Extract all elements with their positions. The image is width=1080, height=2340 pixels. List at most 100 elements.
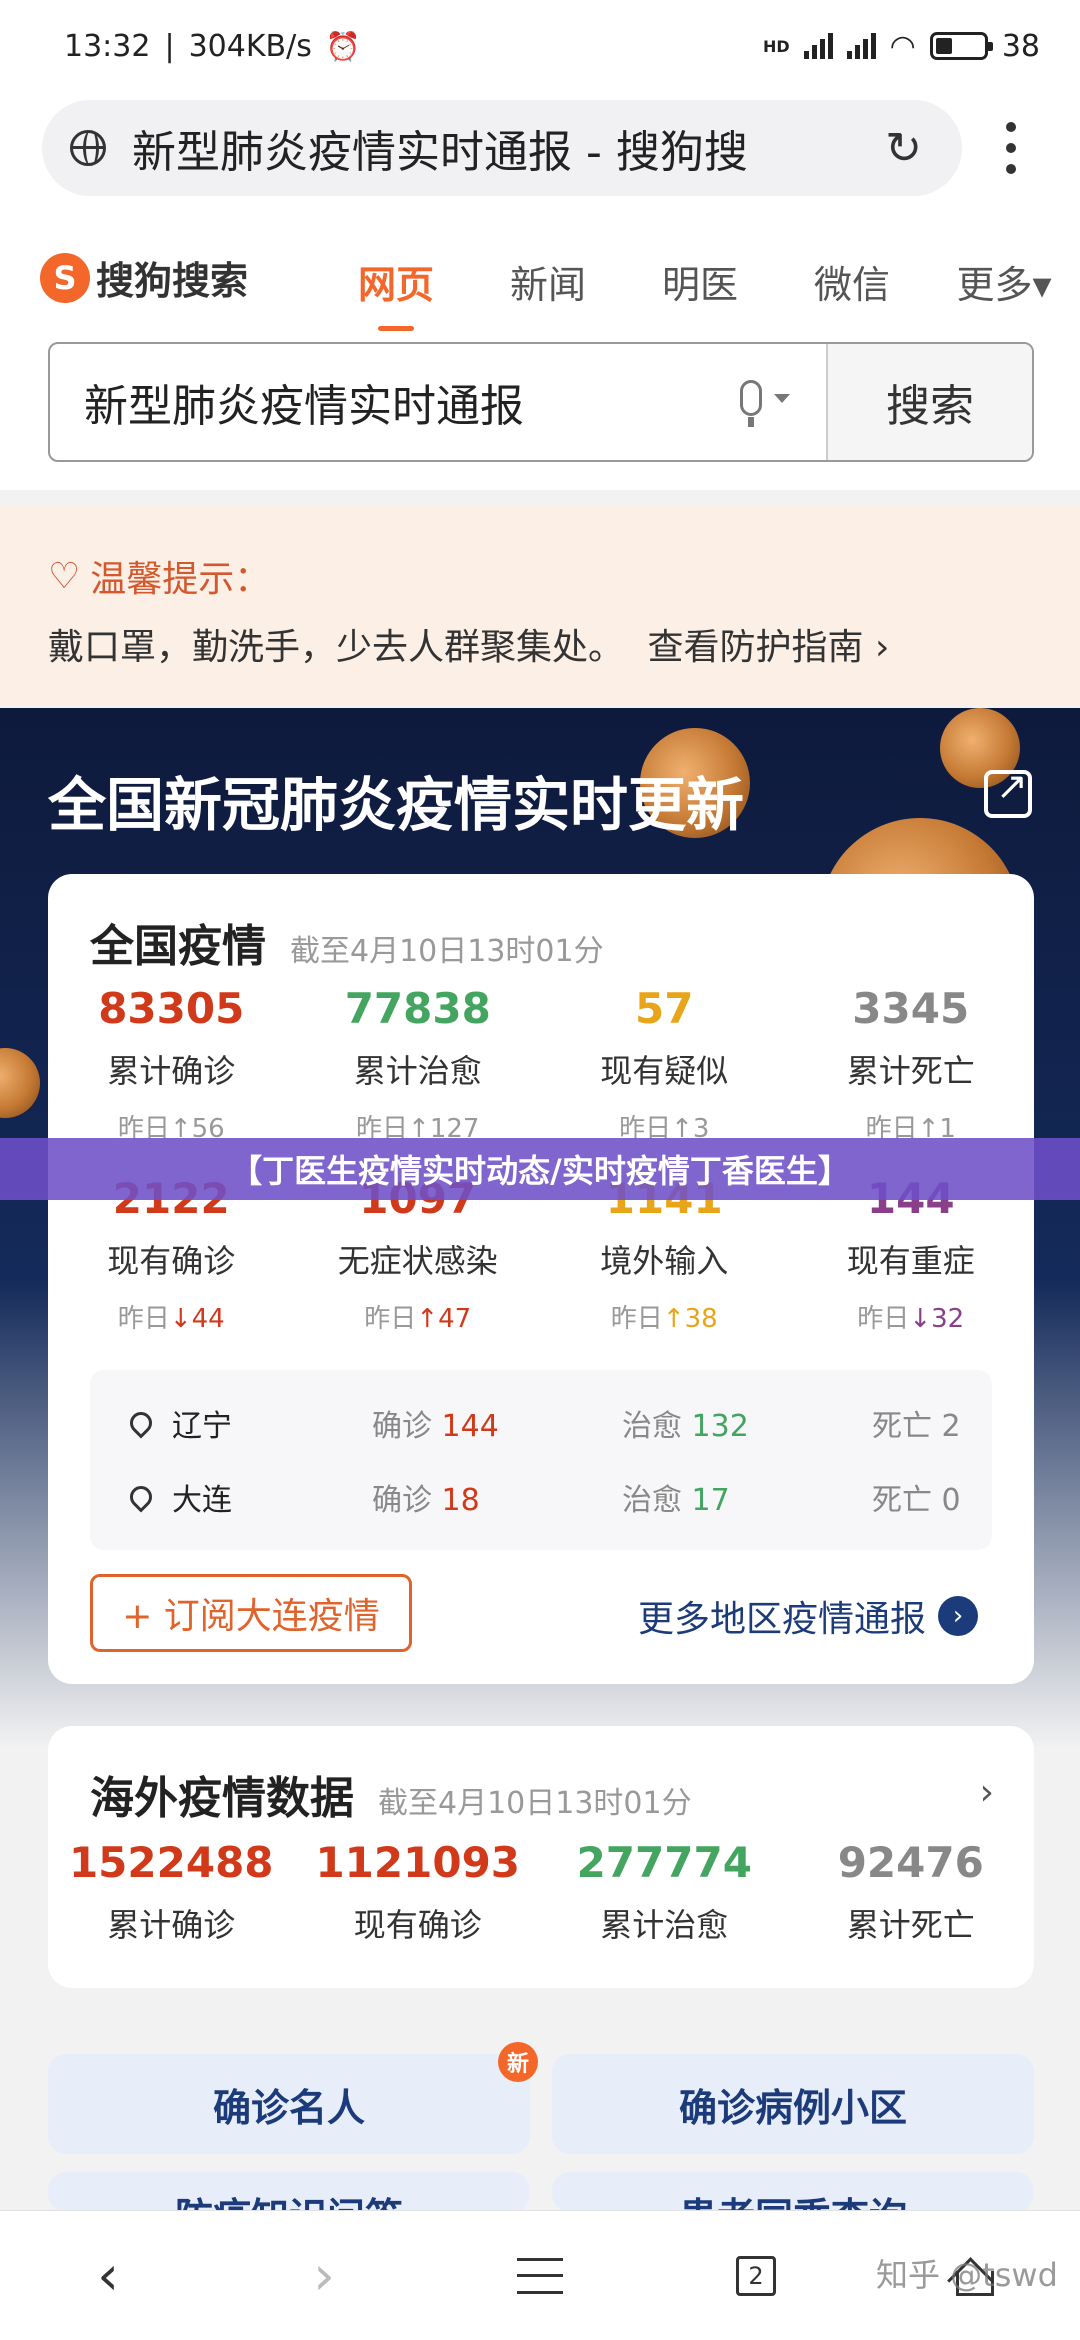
more-regions-label: 更多地区疫情通报 (638, 1599, 927, 1640)
tab-count: 2 (736, 2255, 776, 2296)
tip-banner: ♡ 温馨提示： 戴口罩，勤洗手，少去人群聚集处。 查看防护指南 › (0, 506, 1080, 706)
virus-illustration (0, 1048, 40, 1118)
tab-wechat[interactable]: 微信 (776, 254, 928, 309)
stat-label: 现有重症 (846, 1242, 975, 1280)
stat-change: 昨日↑38 (610, 1304, 718, 1334)
back-button[interactable]: ‹ (0, 2211, 216, 2340)
clock: 13:32 (64, 28, 151, 64)
overseas-stats: 1522488 累计确诊 1121093 现有确诊 277774 累计治愈 92… (48, 1838, 1034, 1946)
tab-more[interactable]: 更多▾ (928, 254, 1080, 309)
battery-icon (929, 32, 993, 60)
national-header: 全国疫情 截至4月10日13时01分 (90, 910, 604, 974)
tip-body: 戴口罩，勤洗手，少去人群聚集处。 查看防护指南 › (48, 618, 1080, 670)
chevron-right-icon: › (938, 1596, 979, 1636)
chevron-right-icon[interactable]: › (980, 1772, 994, 1813)
search-button[interactable]: 搜索 (826, 344, 1032, 460)
stat-value: 277774 (576, 1838, 752, 1887)
tab-web[interactable]: 网页 (320, 254, 472, 331)
address-bar[interactable]: 新型肺炎疫情实时通报 - 搜狗搜 ↻ (42, 100, 962, 196)
city-deaths: 死亡 0 (872, 1483, 961, 1518)
forward-button[interactable]: › (216, 2211, 432, 2340)
stat-change: 昨日↓44 (117, 1304, 225, 1334)
signal-icon (803, 33, 833, 59)
stat-value: 1522488 (68, 1838, 274, 1887)
stat-severe: 144 现有重症 昨日↓32 (788, 1174, 1035, 1364)
sogou-logo[interactable]: S 搜狗搜索 (40, 250, 248, 305)
wifi-icon: ◠ (889, 28, 916, 64)
search-header: S 搜狗搜索 网页 新闻 明医 微信 更多▾ 新型肺炎疫情实时通报 搜索 (0, 220, 1080, 490)
local-stats: 辽宁 确诊 144 治愈 132 死亡 2 大连 确诊 18 治愈 17 死亡 … (90, 1370, 992, 1550)
confirmed-celebrities-button[interactable]: 确诊名人 新 (48, 2042, 538, 2154)
voice-input[interactable] (740, 380, 790, 427)
stat-label: 累计确诊 (107, 1052, 236, 1090)
stat-value: 3345 (852, 984, 970, 1033)
watermark: 知乎 @tswd (876, 2256, 1058, 2294)
stat-value: 83305 (98, 984, 245, 1033)
reload-icon[interactable]: ↻ (885, 123, 922, 174)
national-card: 全国疫情 截至4月10日13时01分 83305 累计确诊 昨日↑56 7783… (48, 874, 1034, 1684)
status-bar: 13:32 | 304KB/s ⏰ HD ◠ 38 (0, 0, 1080, 92)
overseas-title: 海外疫情数据 (90, 1773, 354, 1824)
location-pin-icon (125, 1407, 157, 1439)
sogou-logo-text: 搜狗搜索 (96, 259, 249, 303)
new-badge: 新 (498, 2042, 538, 2082)
hd-label: HD (762, 36, 790, 56)
national-title: 全国疫情 (90, 921, 266, 972)
status-right: HD ◠ 38 (763, 29, 1040, 64)
stat-row: 2122 现有确诊 昨日↓44 1097 无症状感染 昨日↑47 1141 境外… (48, 1174, 1034, 1364)
city-name: 大连 (172, 1483, 232, 1518)
more-menu-icon[interactable] (1006, 122, 1018, 174)
microphone-icon (740, 380, 762, 427)
city-cured: 治愈 132 (622, 1409, 749, 1444)
city-cured: 治愈 17 (622, 1483, 730, 1518)
city-row-liaoning[interactable]: 辽宁 确诊 144 治愈 132 死亡 2 (90, 1386, 992, 1460)
search-box: 新型肺炎疫情实时通报 搜索 (48, 342, 1034, 462)
tab-medical[interactable]: 明医 (624, 254, 776, 309)
patient-travel-button[interactable]: 患者同乘查询 (552, 2172, 1034, 2212)
more-regions-link[interactable]: 更多地区疫情通报 › (638, 1590, 979, 1642)
stat-label: 无症状感染 (337, 1242, 498, 1280)
confirmed-communities-button[interactable]: 确诊病例小区 (552, 2054, 1034, 2154)
city-deaths: 死亡 2 (872, 1409, 961, 1444)
confirmed-celebrities-label: 确诊名人 (212, 2085, 365, 2130)
menu-button[interactable] (432, 2211, 648, 2340)
prevention-qa-button[interactable]: 防疫知识问答 (48, 2172, 530, 2212)
battery-level: 38 (1001, 28, 1040, 64)
stat-label: 境外输入 (600, 1242, 729, 1280)
search-input[interactable]: 新型肺炎疫情实时通报 (50, 344, 826, 460)
protection-guide-label: 查看防护指南 (647, 627, 864, 668)
share-icon[interactable] (984, 764, 1032, 818)
address-bar-row: 新型肺炎疫情实时通报 - 搜狗搜 ↻ (0, 92, 1080, 220)
stat-value: 77838 (344, 984, 491, 1033)
stat-label: 累计治愈 (353, 1052, 482, 1090)
separator: | (164, 28, 175, 64)
stat-value: 92476 (837, 1838, 984, 1887)
protection-guide-link[interactable]: 查看防护指南 › (647, 627, 889, 668)
status-left: 13:32 | 304KB/s ⏰ (64, 29, 361, 64)
tip-text: 戴口罩，勤洗手，少去人群聚集处。 (48, 627, 625, 668)
national-timestamp: 截至4月10日13时01分 (290, 934, 604, 969)
overseas-card[interactable]: 海外疫情数据 截至4月10日13时01分 › 1522488 累计确诊 1121… (48, 1726, 1034, 1988)
chevron-down-icon (774, 394, 790, 403)
stat-label: 累计确诊 (107, 1906, 236, 1944)
search-query: 新型肺炎疫情实时通报 (84, 381, 524, 432)
stat-label: 累计治愈 (600, 1906, 729, 1944)
page-title: 新型肺炎疫情实时通报 - 搜狗搜 (132, 127, 748, 178)
tab-news[interactable]: 新闻 (472, 254, 624, 309)
stat-imported: 1141 境外输入 昨日↑38 (541, 1174, 788, 1364)
heart-icon: ♡ (48, 555, 81, 597)
signal-icon-2 (846, 33, 876, 59)
stat-current-confirmed: 2122 现有确诊 昨日↓44 (48, 1174, 295, 1364)
overseas-cumulative-confirmed: 1522488 累计确诊 (48, 1838, 295, 1946)
stat-value: 1121093 (315, 1838, 521, 1887)
stat-change: 昨日↑47 (364, 1304, 472, 1334)
search-tabs: 网页 新闻 明医 微信 更多▾ (320, 254, 1080, 331)
city-row-dalian[interactable]: 大连 确诊 18 治愈 17 死亡 0 (90, 1460, 992, 1534)
stat-label: 累计死亡 (846, 1052, 975, 1090)
stat-label: 累计死亡 (846, 1906, 975, 1944)
subscribe-button[interactable]: + 订阅大连疫情 (90, 1574, 412, 1652)
overseas-timestamp: 截至4月10日13时01分 (378, 1786, 692, 1821)
overseas-header: 海外疫情数据 截至4月10日13时01分 (90, 1762, 692, 1826)
overseas-deaths: 92476 累计死亡 (788, 1838, 1035, 1946)
tabs-button[interactable]: 2 (648, 2211, 864, 2340)
